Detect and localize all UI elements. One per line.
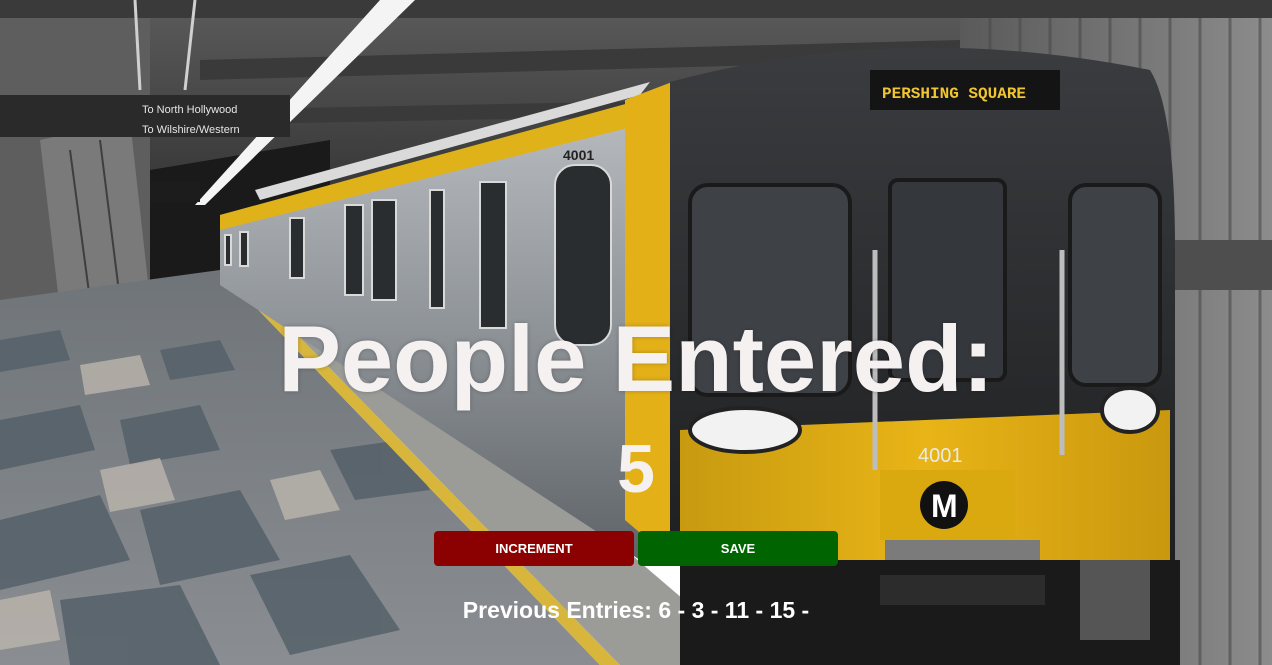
previous-entries: Previous Entries: 6 - 3 - 11 - 15 - (462, 597, 810, 623)
increment-button[interactable]: INCREMENT (434, 531, 634, 566)
people-count: 5 (617, 431, 655, 507)
page-title: People Entered: (278, 306, 994, 411)
save-button[interactable]: SAVE (638, 531, 838, 566)
counter-overlay: People Entered: 5 INCREMENT SAVE Previou… (0, 0, 1272, 665)
app-root: To North Hollywood To Wilshire/Western 4… (0, 0, 1272, 665)
